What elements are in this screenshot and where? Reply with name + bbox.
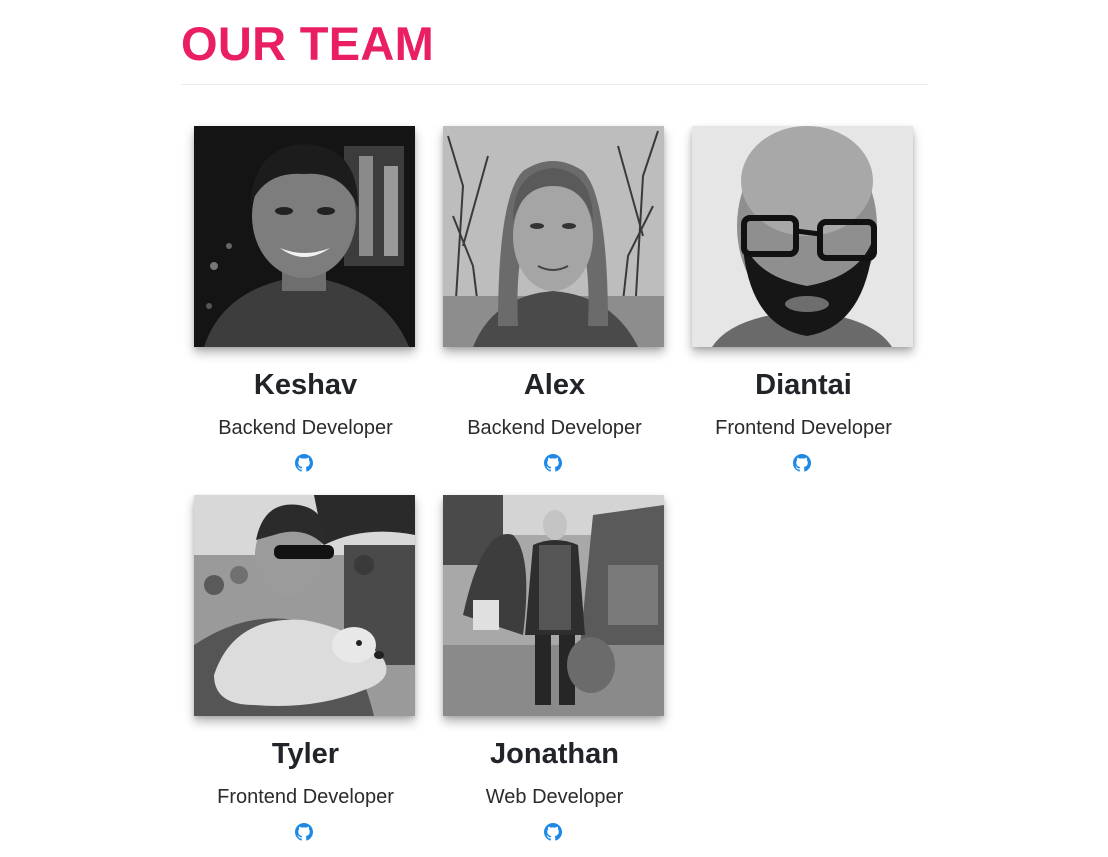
team-card-diantai: Diantai Frontend Developer (679, 126, 928, 486)
member-role: Web Developer (485, 786, 624, 808)
member-photo (692, 126, 913, 347)
member-photo (443, 495, 664, 716)
github-icon[interactable] (793, 454, 811, 472)
team-card-alex: Alex Backend Developer (430, 126, 679, 486)
github-icon[interactable] (544, 454, 562, 472)
member-name: Keshav (253, 369, 358, 401)
github-icon[interactable] (295, 823, 313, 841)
member-photo (194, 495, 415, 716)
team-card-keshav: Keshav Backend Developer (181, 126, 430, 486)
member-role: Backend Developer (218, 417, 393, 439)
member-photo (443, 126, 664, 347)
member-name: Diantai (755, 369, 852, 401)
team-card-tyler: Tyler Frontend Developer (181, 495, 430, 855)
member-role: Frontend Developer (715, 417, 892, 439)
member-role: Frontend Developer (217, 786, 394, 808)
member-name: Alex (523, 369, 586, 401)
member-role: Backend Developer (467, 417, 642, 439)
title-divider (181, 84, 928, 85)
member-name: Jonathan (490, 738, 619, 770)
github-icon[interactable] (544, 823, 562, 841)
member-photo (194, 126, 415, 347)
team-card-jonathan: Jonathan Web Developer (430, 495, 679, 855)
github-icon[interactable] (295, 454, 313, 472)
member-name: Tyler (271, 738, 340, 770)
page-title: OUR TEAM (181, 17, 435, 70)
team-page: OUR TEAM Keshav Backend Developer Alex B… (0, 0, 1108, 857)
